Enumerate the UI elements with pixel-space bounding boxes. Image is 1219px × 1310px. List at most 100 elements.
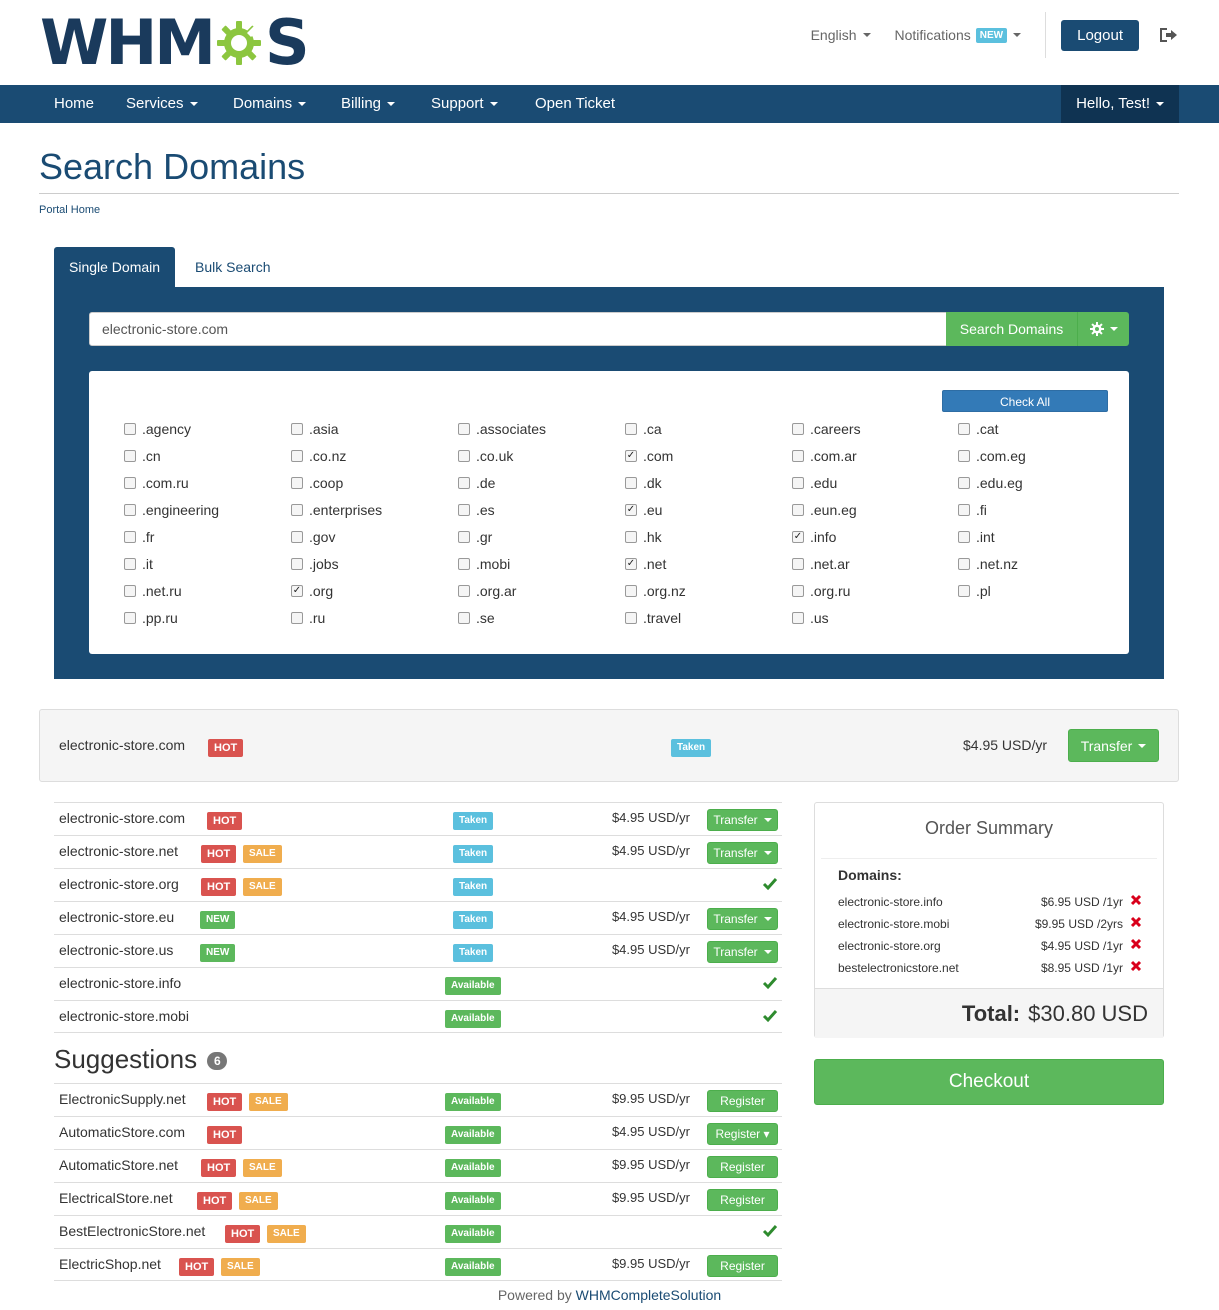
tld-option[interactable]: .net.ru [124, 581, 182, 601]
tld-option[interactable]: .cat [958, 419, 999, 439]
tld-option[interactable]: .eun.eg [792, 500, 857, 520]
tld-option[interactable]: .jobs [291, 554, 339, 574]
checkbox[interactable] [958, 531, 970, 543]
register-button[interactable]: Register [707, 1090, 778, 1112]
checkbox[interactable] [458, 531, 470, 543]
user-menu[interactable]: Hello, Test! [1061, 85, 1179, 123]
tld-option[interactable]: .int [958, 527, 995, 547]
tld-option[interactable]: .org.ar [458, 581, 516, 601]
search-options-button[interactable] [1077, 312, 1129, 346]
checkout-button[interactable]: Checkout [814, 1059, 1164, 1105]
checkbox[interactable] [291, 558, 303, 570]
register-button[interactable]: Register ▾ [707, 1123, 778, 1145]
tld-option[interactable]: .fr [124, 527, 154, 547]
checkbox[interactable] [792, 558, 804, 570]
checkbox[interactable] [625, 531, 637, 543]
checkbox[interactable] [792, 612, 804, 624]
nav-support[interactable]: Support [431, 85, 498, 123]
checkbox[interactable] [124, 531, 136, 543]
checkbox[interactable] [458, 612, 470, 624]
tld-option[interactable]: .gr [458, 527, 492, 547]
tld-option[interactable]: .fi [958, 500, 987, 520]
nav-services[interactable]: Services [126, 85, 198, 123]
tld-option[interactable]: .us [792, 608, 829, 628]
transfer-dropdown-button[interactable]: Transfer [1068, 729, 1159, 762]
tld-option[interactable]: .pl [958, 581, 991, 601]
language-dropdown[interactable]: English [811, 27, 871, 43]
checkbox[interactable] [958, 504, 970, 516]
checkbox[interactable] [124, 423, 136, 435]
checkbox[interactable] [291, 477, 303, 489]
checkbox[interactable] [958, 477, 970, 489]
checkbox[interactable] [458, 558, 470, 570]
tld-option[interactable]: .coop [291, 473, 343, 493]
checkbox-checked[interactable]: ✓ [625, 450, 637, 462]
tld-option[interactable]: .com.ar [792, 446, 857, 466]
nav-home[interactable]: Home [54, 85, 94, 123]
register-button[interactable]: Register [707, 1255, 778, 1277]
checkbox[interactable] [124, 558, 136, 570]
tld-option[interactable]: .com.ru [124, 473, 189, 493]
checkbox-checked[interactable]: ✓ [625, 504, 637, 516]
footer-link[interactable]: WHMCompleteSolution [576, 1287, 722, 1303]
transfer-dropdown-button[interactable]: Transfer [707, 842, 778, 864]
tld-option[interactable]: .cn [124, 446, 161, 466]
transfer-dropdown-button[interactable]: Transfer [707, 809, 778, 831]
tld-option[interactable]: .ru [291, 608, 325, 628]
breadcrumb-portal-home[interactable]: Portal Home [39, 204, 100, 216]
tld-option[interactable]: .org.nz [625, 581, 686, 601]
remove-icon[interactable] [1129, 937, 1143, 951]
checkbox[interactable] [958, 450, 970, 462]
tld-option[interactable]: .de [458, 473, 495, 493]
checkbox[interactable] [458, 477, 470, 489]
checkbox[interactable] [124, 585, 136, 597]
tld-option[interactable]: ✓ .info [792, 527, 836, 547]
checkbox[interactable] [291, 612, 303, 624]
tld-option[interactable]: .it [124, 554, 153, 574]
sign-out-icon[interactable] [1157, 24, 1179, 46]
tld-option[interactable]: .ca [625, 419, 662, 439]
checkbox-checked[interactable]: ✓ [291, 585, 303, 597]
tld-option[interactable]: .net.ar [792, 554, 850, 574]
remove-icon[interactable] [1129, 915, 1143, 929]
checkbox[interactable] [458, 450, 470, 462]
tab-bulk-search[interactable]: Bulk Search [180, 247, 285, 287]
checkbox[interactable] [124, 612, 136, 624]
checkbox[interactable] [792, 423, 804, 435]
checkbox[interactable] [291, 504, 303, 516]
checkbox-checked[interactable]: ✓ [625, 558, 637, 570]
checkbox[interactable] [958, 585, 970, 597]
remove-icon[interactable] [1129, 959, 1143, 973]
tld-option[interactable]: .engineering [124, 500, 219, 520]
tld-option[interactable]: .agency [124, 419, 191, 439]
remove-icon[interactable] [1129, 893, 1143, 907]
checkbox[interactable] [625, 585, 637, 597]
tld-option[interactable]: .co.nz [291, 446, 346, 466]
checkbox[interactable] [291, 423, 303, 435]
search-domains-button[interactable]: Search Domains [946, 312, 1077, 346]
tld-option[interactable]: ✓ .com [625, 446, 673, 466]
checkbox[interactable] [458, 423, 470, 435]
checkbox[interactable] [458, 504, 470, 516]
tld-option[interactable]: .dk [625, 473, 662, 493]
tld-option[interactable]: .com.eg [958, 446, 1026, 466]
tld-option[interactable]: ✓ .org [291, 581, 333, 601]
tld-option[interactable]: .enterprises [291, 500, 382, 520]
tld-option[interactable]: .es [458, 500, 495, 520]
tld-option[interactable]: ✓ .net [625, 554, 666, 574]
tld-option[interactable]: .mobi [458, 554, 510, 574]
tld-option[interactable]: .pp.ru [124, 608, 178, 628]
checkbox[interactable] [124, 504, 136, 516]
tab-single-domain[interactable]: Single Domain [54, 247, 176, 287]
breadcrumb[interactable]: Portal Home [39, 204, 100, 216]
domain-search-input[interactable]: electronic-store.com [89, 312, 947, 346]
checkbox[interactable] [625, 612, 637, 624]
nav-open-ticket[interactable]: Open Ticket [535, 85, 615, 123]
tld-option[interactable]: .associates [458, 419, 546, 439]
checkbox-checked[interactable]: ✓ [792, 531, 804, 543]
tld-option[interactable]: ✓ .eu [625, 500, 662, 520]
transfer-dropdown-button[interactable]: Transfer [707, 941, 778, 963]
logout-button[interactable]: Logout [1061, 19, 1139, 51]
checkbox[interactable] [792, 585, 804, 597]
checkbox[interactable] [124, 477, 136, 489]
